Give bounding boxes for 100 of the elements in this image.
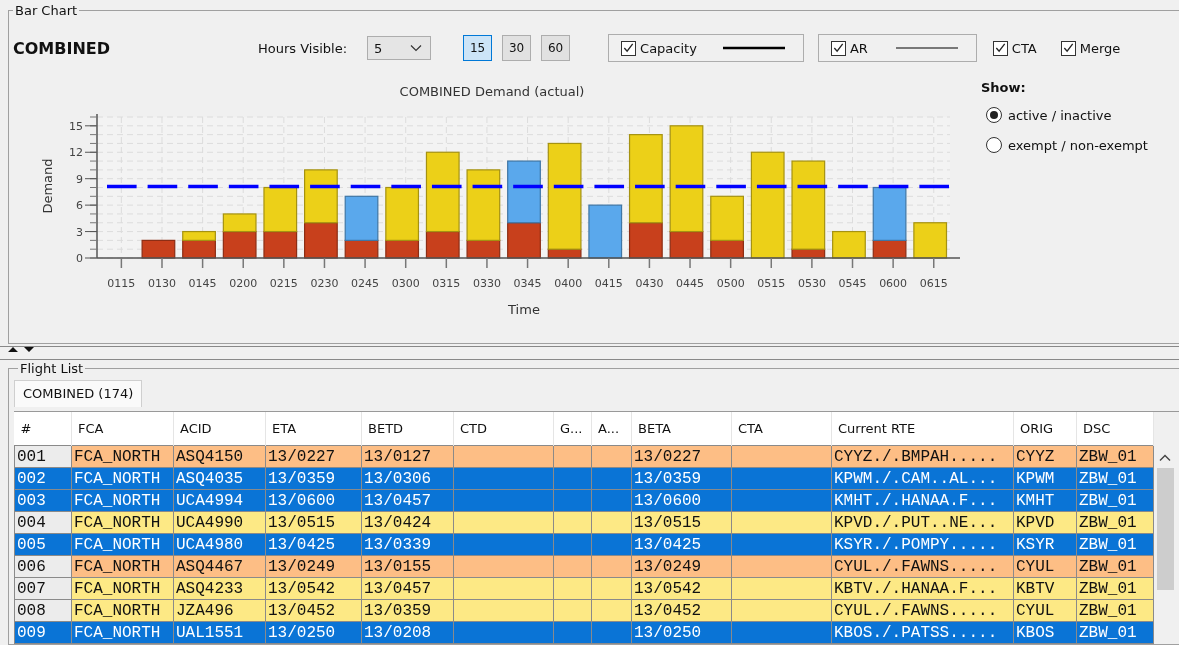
axis-label: 0530 [797, 277, 826, 290]
split-arrows-icon[interactable] [8, 346, 34, 354]
axis-title: Time [508, 302, 540, 317]
table-cell: 006 [17, 556, 46, 577]
table-cell: KPWM./.CAM..AL... [834, 468, 998, 489]
axis-label: 0430 [635, 277, 664, 290]
column-header[interactable]: A... [591, 412, 632, 446]
column-header[interactable]: ORIG [1013, 412, 1077, 446]
checkbox[interactable] [992, 40, 1008, 56]
table-cell: KBTV [1016, 578, 1055, 599]
table-cell: 13/0359 [634, 468, 702, 489]
table-row[interactable]: 008 FCA_NORTH JZA496 13/0452 13/0359 13/0452 CYUL./.FAWNS..... CYUL ZBW_01 [14, 599, 1154, 622]
table-cell: 13/0542 [268, 578, 336, 599]
interval-button[interactable]: 30 [502, 35, 532, 61]
checkbox[interactable] [621, 40, 637, 56]
table-row[interactable]: 005 FCA_NORTH UCA4980 13/0425 13/0339 13/0425 KSYR./.POMPY..... KSYR ZBW_01 [14, 533, 1154, 556]
hours-select[interactable]: 5 [367, 36, 432, 60]
column-header[interactable]: FCA [71, 412, 174, 446]
axis-label: 0415 [594, 277, 623, 290]
table-cell: FCA_NORTH [74, 512, 161, 533]
table-cell: 13/0306 [364, 468, 432, 489]
axis-label: 12 [69, 146, 83, 160]
axis-label: 0200 [229, 277, 258, 290]
column-header[interactable]: ETA [265, 412, 362, 446]
axis-label: 0115 [107, 277, 136, 290]
column-header[interactable]: G... [553, 412, 592, 446]
table-row[interactable]: 004 FCA_NORTH UCA4990 13/0515 13/0424 13/0515 KPVD./.PUT..NE... KPVD ZBW_01 [14, 511, 1154, 534]
table-cell: 002 [17, 468, 46, 489]
table-cell: ASQ4233 [176, 578, 244, 599]
table-cell: UCA4980 [176, 534, 244, 555]
table-cell: 13/0249 [268, 556, 336, 577]
field-label: Hours Visible: [258, 40, 348, 56]
radio-label[interactable]: exempt / non-exempt [1008, 137, 1148, 153]
axis-label: 0545 [838, 277, 867, 290]
table-row[interactable]: 001 FCA_NORTH ASQ4150 13/0227 13/0127 13/0227 CYYZ./.BMPAH..... CYYZ ZBW_01 [14, 445, 1154, 468]
table-cell: ZBW_01 [1079, 578, 1137, 599]
table-cell: FCA_NORTH [74, 534, 161, 555]
table-cell: 007 [17, 578, 46, 599]
checkbox-label[interactable]: Merge [1079, 40, 1121, 56]
column-header[interactable]: # [14, 412, 72, 446]
column-header[interactable]: Current RTE [831, 412, 1014, 446]
axis-label: 0145 [188, 277, 217, 290]
checkbox[interactable] [1060, 40, 1076, 56]
panel-title: Bar Chart [14, 3, 79, 18]
table-cell: 13/0250 [634, 622, 702, 643]
table-cell: ASQ4150 [176, 446, 244, 467]
table-cell: 13/0515 [268, 512, 336, 533]
column-header[interactable]: DSC [1076, 412, 1154, 446]
checkbox-label[interactable]: Capacity [640, 40, 697, 56]
table-row[interactable]: 002 FCA_NORTH ASQ4035 13/0359 13/0306 13/0359 KPWM./.CAM..AL... KPWM ZBW_01 [14, 467, 1154, 490]
table-cell: FCA_NORTH [74, 600, 161, 621]
radio-button[interactable] [986, 107, 1002, 123]
column-header[interactable]: CTA [731, 412, 832, 446]
table-cell: FCA_NORTH [74, 490, 161, 511]
table-row[interactable]: 006 FCA_NORTH ASQ4467 13/0249 13/0155 13/0249 CYUL./.FAWNS..... CYUL ZBW_01 [14, 555, 1154, 578]
radio-label[interactable]: active / inactive [1008, 107, 1112, 123]
chart-title: COMBINED Demand (actual) [399, 84, 585, 99]
table-cell: KSYR [1016, 534, 1055, 555]
table-cell: 13/0155 [364, 556, 432, 577]
tab[interactable]: COMBINED (174) [14, 380, 143, 407]
table-cell: 13/0249 [634, 556, 702, 577]
table-cell: 13/0425 [268, 534, 336, 555]
table-cell: CYUL [1016, 556, 1055, 577]
table-cell: KMHT./.HANAA.F... [834, 490, 998, 511]
table-cell: 13/0542 [634, 578, 702, 599]
column-header[interactable]: BETD [361, 412, 454, 446]
table-cell: KPWM [1016, 468, 1055, 489]
table-cell: UCA4994 [176, 490, 244, 511]
axis-label: 0230 [310, 277, 339, 290]
table-cell: CYUL./.FAWNS..... [834, 600, 998, 621]
axis-label: 6 [76, 199, 83, 213]
table-row[interactable]: 009 FCA_NORTH UAL1551 13/0250 13/0208 13/0250 KBOS./.PATSS..... KBOS ZBW_01 [14, 621, 1154, 644]
table-cell: 13/0600 [268, 490, 336, 511]
table-cell: KMHT [1016, 490, 1055, 511]
checkbox[interactable] [830, 40, 846, 56]
interval-button[interactable]: 60 [541, 35, 571, 61]
checkbox-label[interactable]: CTA [1011, 40, 1037, 56]
checkbox-label[interactable]: AR [849, 40, 868, 56]
axis-label: 0400 [554, 277, 583, 290]
axis-label: 0500 [716, 277, 745, 290]
scrollbar-thumb[interactable] [1156, 468, 1174, 590]
line-sample-icon [722, 45, 785, 51]
table-cell: 008 [17, 600, 46, 621]
panel-heading: COMBINED [13, 38, 111, 58]
table-row[interactable]: 003 FCA_NORTH UCA4994 13/0600 13/0457 13/0600 KMHT./.HANAA.F... KMHT ZBW_01 [14, 489, 1154, 512]
table-cell: ASQ4035 [176, 468, 244, 489]
table-cell: KPVD [1016, 512, 1055, 533]
table-cell: ZBW_01 [1079, 556, 1137, 577]
column-header[interactable]: BETA [631, 412, 732, 446]
radio-button[interactable] [986, 137, 1002, 153]
interval-button[interactable]: 15 [463, 35, 493, 61]
table-cell: ZBW_01 [1079, 490, 1137, 511]
chevron-up-icon[interactable] [1159, 454, 1171, 462]
axis-label: 0245 [351, 277, 380, 290]
table-row[interactable]: 007 FCA_NORTH ASQ4233 13/0542 13/0457 13/0542 KBTV./.HANAA.F... KBTV ZBW_01 [14, 577, 1154, 600]
column-header[interactable]: ACID [173, 412, 266, 446]
axis-title: Demand [40, 158, 55, 214]
column-header[interactable]: CTD [453, 412, 554, 446]
table-cell: 13/0359 [364, 600, 432, 621]
table-cell: CYUL [1016, 600, 1055, 621]
